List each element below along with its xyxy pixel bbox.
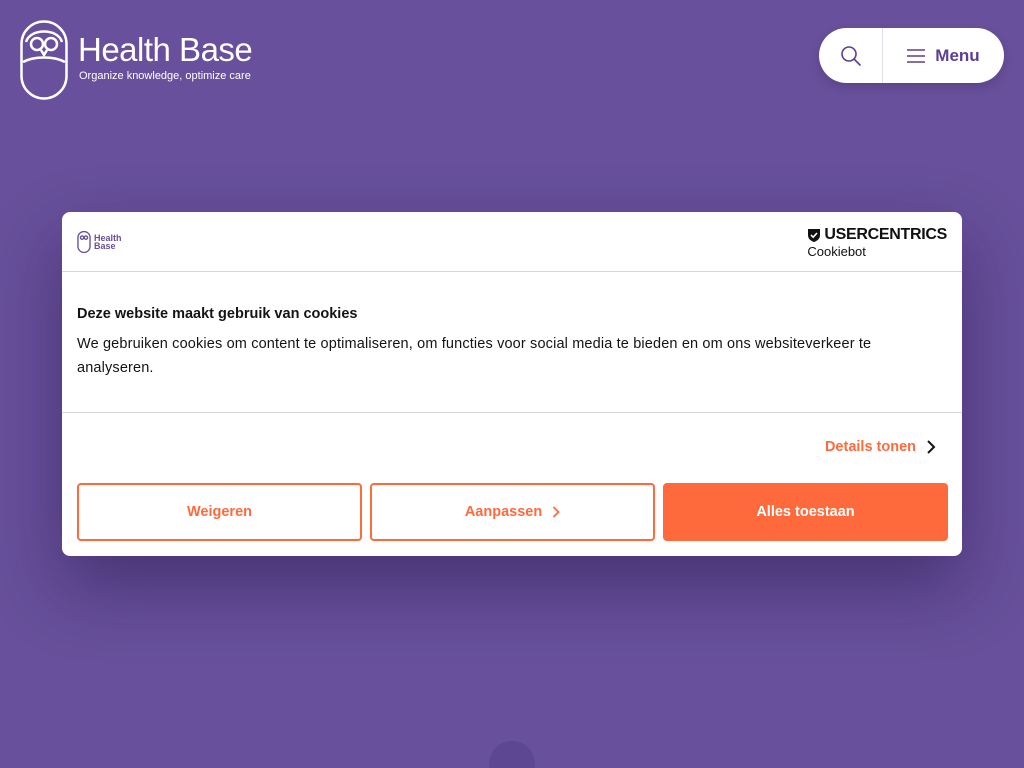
brand-name: Health Base <box>78 31 253 68</box>
scroll-down-button[interactable] <box>489 741 535 768</box>
cookie-consent-dialog: Health Base USERCENTRICS Cookiebot Deze … <box>62 212 962 556</box>
site-logo[interactable]: Health Base Organize knowledge, optimize… <box>20 20 253 100</box>
details-row: Details tonen <box>62 413 962 481</box>
details-link[interactable]: Details tonen <box>825 439 916 455</box>
header-nav: Menu <box>819 28 1004 83</box>
dialog-actions: Weigeren Aanpassen Alles toestaan <box>77 483 948 541</box>
brand-tagline: Organize knowledge, optimize care <box>79 70 251 82</box>
dialog-site-logo: Health Base <box>77 230 122 253</box>
dialog-description: We gebruiken cookies om content te optim… <box>77 336 872 376</box>
menu-label: Menu <box>935 45 980 65</box>
provider-product: Cookiebot <box>807 244 866 259</box>
hamburger-icon <box>907 48 926 63</box>
owl-logo-icon <box>20 20 68 100</box>
owl-logo-icon <box>77 230 91 253</box>
usercentrics-logo[interactable]: USERCENTRICS Cookiebot <box>807 226 947 259</box>
search-icon <box>840 45 861 66</box>
deny-label: Weigeren <box>186 504 252 520</box>
mini-logo-line2: Base <box>94 240 116 251</box>
customize-label: Aanpassen <box>464 504 543 520</box>
allow-all-button[interactable]: Alles toestaan <box>663 483 948 541</box>
search-button[interactable] <box>819 28 883 83</box>
dialog-title: Deze website maakt gebruik van cookies <box>77 306 358 322</box>
menu-button[interactable]: Menu <box>883 28 1004 83</box>
chevron-right-icon <box>553 506 560 518</box>
dialog-header: Health Base USERCENTRICS Cookiebot <box>62 212 962 272</box>
allow-all-label: Alles toestaan <box>756 504 855 520</box>
customize-button[interactable]: Aanpassen <box>370 483 655 541</box>
deny-button[interactable]: Weigeren <box>77 483 362 541</box>
shield-check-icon <box>808 228 821 242</box>
dialog-body: Deze website maakt gebruik van cookies W… <box>62 272 962 413</box>
chevron-right-icon[interactable] <box>926 440 936 454</box>
provider-name: USERCENTRICS <box>824 226 947 243</box>
